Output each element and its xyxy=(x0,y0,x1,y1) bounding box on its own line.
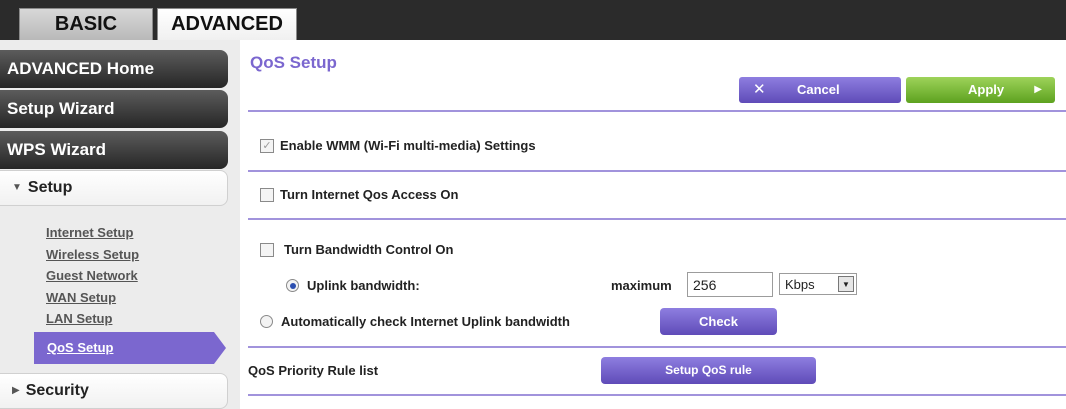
sidebar-section-label: Setup xyxy=(27,179,73,196)
wmm-row: ✓ Enable WMM (Wi-Fi multi-media) Setting… xyxy=(260,138,536,153)
bandwidth-label: Turn Bandwidth Control On xyxy=(284,242,454,257)
sidebar-advanced-home-button[interactable]: ADVANCED Home xyxy=(0,50,228,88)
uplink-row: Uplink bandwidth: xyxy=(286,278,420,293)
sidebar: ADVANCED Home Setup Wizard WPS Wizard ▼ S… xyxy=(0,40,240,409)
bandwidth-checkbox[interactable] xyxy=(260,242,274,257)
sidebar-item-label: QoS Setup xyxy=(47,340,114,355)
cancel-button[interactable]: ✕ Cancel xyxy=(739,77,901,103)
chevron-down-icon: ▼ xyxy=(838,276,854,292)
tab-basic[interactable]: BASIC xyxy=(19,8,153,40)
divider xyxy=(248,170,1066,172)
caret-down-icon: ▼ xyxy=(12,182,22,193)
rule-list-label-text: QoS Priority Rule list xyxy=(248,363,379,378)
divider xyxy=(248,110,1066,112)
maximum-label-text: maximum xyxy=(611,278,672,293)
auto-check-label: Automatically check Internet Uplink band… xyxy=(281,314,570,329)
sidebar-section-label: Security xyxy=(25,382,89,399)
apply-button-label: Apply xyxy=(968,82,1005,97)
setup-qos-rule-button[interactable]: Setup QoS rule xyxy=(601,357,816,384)
sidebar-section-setup[interactable]: ▼ Setup xyxy=(0,170,228,206)
unit-select[interactable]: Kbps ▼ xyxy=(779,273,857,295)
sidebar-section-security[interactable]: ▶ Security xyxy=(0,373,228,409)
qos-access-row: Turn Internet Qos Access On xyxy=(260,187,458,202)
setup-submenu: Internet Setup Wireless Setup Guest Netw… xyxy=(46,222,139,330)
bandwidth-row: Turn Bandwidth Control On xyxy=(260,242,453,257)
main-content: QoS Setup ✕ Cancel Apply ▶ ✓ Enable WMM … xyxy=(248,40,1066,409)
sidebar-item-internet-setup[interactable]: Internet Setup xyxy=(46,222,139,244)
divider xyxy=(248,218,1066,220)
sidebar-item-wireless-setup[interactable]: Wireless Setup xyxy=(46,244,139,266)
divider xyxy=(248,346,1066,348)
uplink-label: Uplink bandwidth: xyxy=(307,278,420,293)
maximum-label: maximum xyxy=(611,278,672,293)
close-icon: ✕ xyxy=(753,81,766,98)
sidebar-item-guest-network[interactable]: Guest Network xyxy=(46,265,139,287)
sidebar-setup-wizard-button[interactable]: Setup Wizard xyxy=(0,90,228,128)
page-title: QoS Setup xyxy=(250,53,337,72)
rule-list-label: QoS Priority Rule list xyxy=(248,363,378,378)
sidebar-item-wan-setup[interactable]: WAN Setup xyxy=(46,287,139,309)
check-button[interactable]: Check xyxy=(660,308,777,335)
qos-access-label: Turn Internet Qos Access On xyxy=(280,187,459,202)
wmm-label: Enable WMM (Wi-Fi multi-media) Settings xyxy=(280,138,536,153)
wmm-checkbox[interactable]: ✓ xyxy=(260,138,274,153)
maximum-bandwidth-input[interactable] xyxy=(687,272,773,297)
apply-button[interactable]: Apply ▶ xyxy=(906,77,1055,103)
top-tab-bar: BASIC ADVANCED xyxy=(0,0,1066,40)
unit-select-value: Kbps xyxy=(785,277,815,292)
uplink-radio[interactable] xyxy=(286,279,299,292)
auto-check-row: Automatically check Internet Uplink band… xyxy=(260,314,570,329)
arrow-right-icon: ▶ xyxy=(1034,84,1042,95)
sidebar-item-qos-setup[interactable]: QoS Setup xyxy=(34,332,226,364)
qos-access-checkbox[interactable] xyxy=(260,187,274,202)
caret-right-icon: ▶ xyxy=(12,385,20,396)
divider xyxy=(248,394,1066,396)
auto-check-radio[interactable] xyxy=(260,315,273,328)
sidebar-item-lan-setup[interactable]: LAN Setup xyxy=(46,308,139,330)
sidebar-wps-wizard-button[interactable]: WPS Wizard xyxy=(0,131,228,169)
tab-advanced[interactable]: ADVANCED xyxy=(157,8,297,40)
cancel-button-label: Cancel xyxy=(797,82,840,97)
